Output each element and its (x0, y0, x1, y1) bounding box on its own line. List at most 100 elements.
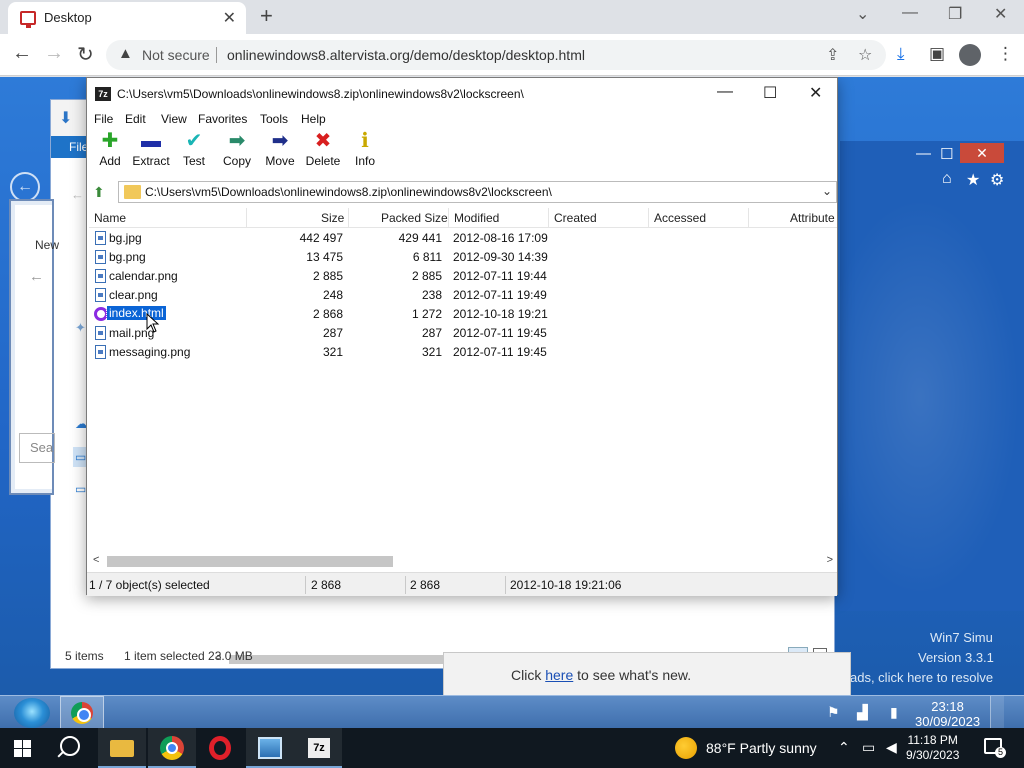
column-divider[interactable] (348, 208, 349, 228)
taskbar-opera[interactable] (196, 728, 244, 768)
taskbar-7zip[interactable]: 7z (294, 728, 342, 768)
network-icon[interactable]: ▭ (862, 739, 875, 756)
column-name[interactable]: Name (94, 211, 126, 225)
chevron-up-icon[interactable]: ⌃ (838, 739, 850, 756)
back-button[interactable]: ← (12, 42, 32, 65)
column-packed-size[interactable]: Packed Size (381, 211, 448, 225)
file-row[interactable]: calendar.png 2 885 2 885 2012-07-11 19:4… (89, 267, 837, 286)
settings-gear-icon[interactable]: ⚙ (990, 170, 1004, 190)
search-field[interactable]: Sea (19, 433, 55, 463)
favorites-star-icon[interactable]: ★ (966, 170, 980, 190)
security-label[interactable]: Not secure (142, 47, 210, 63)
7zip-hscrollbar[interactable]: < > (89, 553, 837, 570)
file-row[interactable]: bg.png 13 475 6 811 2012-09-30 14:39 (89, 248, 837, 267)
metro-close-button[interactable]: ✕ (960, 143, 1004, 163)
download-icon[interactable]: ⤓ (897, 44, 905, 64)
volume-muted-icon[interactable]: ◀ (886, 739, 897, 756)
restore-button[interactable]: ❐ (948, 4, 962, 24)
explorer-file-tab[interactable]: File (51, 136, 88, 158)
7zip-scroll-thumb[interactable] (107, 556, 393, 567)
column-accessed[interactable]: Accessed (654, 211, 706, 225)
metro-minimize-icon[interactable]: — (916, 145, 931, 162)
metro-maximize-icon[interactable]: ☐ (940, 145, 953, 163)
menu-edit[interactable]: Edit (125, 112, 146, 126)
tab-close-icon[interactable]: ✕ (223, 8, 236, 28)
home-icon[interactable]: ⌂ (942, 170, 952, 188)
explorer-back-arrow-icon[interactable]: ← (71, 187, 84, 202)
new-tab-button[interactable]: + (260, 3, 273, 29)
address-bar[interactable]: ▲ Not secure onlinewindows8.altervista.o… (106, 40, 886, 70)
copy-button[interactable]: ➡ Copy (214, 130, 260, 176)
scroll-right-icon[interactable]: > (827, 554, 833, 566)
partly-sunny-weather-icon[interactable] (675, 737, 697, 759)
column-divider[interactable] (548, 208, 549, 228)
metro-back-icon[interactable]: ← (10, 172, 40, 202)
windows-start-icon[interactable] (14, 740, 31, 757)
7zip-maximize-button[interactable]: ☐ (763, 83, 777, 103)
battery-icon[interactable]: ▮ (890, 704, 898, 721)
up-folder-icon[interactable]: ⬆ (93, 184, 105, 201)
delete-button[interactable]: ✖ Delete (300, 130, 346, 176)
column-modified[interactable]: Modified (454, 211, 499, 225)
profile-avatar[interactable] (959, 44, 981, 66)
signal-icon[interactable]: ▟ (857, 704, 868, 721)
search-icon[interactable] (60, 736, 80, 756)
dialog-back-icon[interactable]: ← (29, 268, 44, 285)
win7-show-desktop[interactable] (990, 696, 1004, 728)
path-text[interactable]: C:\Users\vm5\Downloads\onlinewindows8.zi… (145, 185, 552, 199)
whats-new-link[interactable]: here (545, 667, 573, 683)
menu-file[interactable]: File (94, 112, 113, 126)
column-attributes[interactable]: Attribute (790, 211, 835, 225)
add-button[interactable]: ✚ Add (87, 130, 133, 176)
chevron-down-icon[interactable]: ⌄ (822, 184, 832, 198)
scroll-left-icon[interactable]: < (93, 554, 99, 566)
test-button[interactable]: ✔ Test (171, 130, 217, 176)
taskbar-chrome[interactable] (148, 728, 196, 768)
menu-tools[interactable]: Tools (260, 112, 288, 126)
menu-view[interactable]: View (161, 112, 187, 126)
file-row[interactable]: clear.png 248 238 2012-07-11 19:49 (89, 286, 837, 305)
file-row[interactable]: bg.jpg 442 497 429 441 2012-08-16 17:09 (89, 229, 837, 248)
column-divider[interactable] (648, 208, 649, 228)
taskbar-photo-app[interactable] (246, 728, 294, 768)
warning-icon[interactable]: ▲ (118, 45, 133, 62)
column-size[interactable]: Size (321, 211, 344, 225)
file-row[interactable]: messaging.png 321 321 2012-07-11 19:45 (89, 343, 837, 362)
menu-kebab-icon[interactable]: ⋮ (997, 44, 1014, 64)
7zip-minimize-button[interactable]: — (717, 83, 733, 101)
tab-search-icon[interactable]: ⌄ (856, 4, 869, 24)
extract-button[interactable]: ▬ Extract (128, 130, 174, 176)
7zip-close-button[interactable]: ✕ (809, 83, 822, 103)
menu-favorites[interactable]: Favorites (198, 112, 247, 126)
win7-clock[interactable]: 23:18 30/09/2023 (915, 699, 980, 728)
column-divider[interactable] (748, 208, 749, 228)
menu-help[interactable]: Help (301, 112, 326, 126)
column-divider[interactable] (246, 208, 247, 228)
sim-resolve-link[interactable]: ads, click here to resolve (850, 670, 993, 685)
win7-chrome-button[interactable] (60, 696, 104, 728)
win7-date: 30/09/2023 (915, 714, 981, 728)
forward-button[interactable]: → (44, 42, 64, 65)
file-row[interactable]: mail.png 287 287 2012-07-11 19:45 (89, 324, 837, 343)
taskbar-clock[interactable]: 11:18 PM 9/30/2023 (906, 733, 959, 763)
share-icon[interactable]: ⇪ (826, 45, 839, 65)
close-window-button[interactable]: ✕ (994, 4, 1007, 24)
chrome-icon (160, 736, 184, 760)
weather-widget[interactable]: 88°F Partly sunny (706, 740, 817, 756)
minimize-button[interactable]: — (902, 4, 918, 22)
info-button[interactable]: ℹ Info (342, 130, 388, 176)
taskbar-file-explorer[interactable] (98, 728, 146, 768)
column-divider[interactable] (448, 208, 449, 228)
url-text[interactable]: onlinewindows8.altervista.org/demo/deskt… (227, 47, 585, 63)
win7-start-button[interactable] (14, 698, 50, 728)
column-created[interactable]: Created (554, 211, 597, 225)
reload-button[interactable]: ↻ (77, 42, 94, 67)
side-panel-icon[interactable]: ▣ (929, 44, 945, 64)
move-button[interactable]: ➡ Move (257, 130, 303, 176)
path-combobox[interactable]: C:\Users\vm5\Downloads\onlinewindows8.zi… (118, 181, 837, 203)
new-tab-label[interactable]: New (35, 238, 59, 252)
file-row-selected[interactable]: index.html 2 868 1 272 2012-10-18 19:21 (89, 305, 837, 324)
tab-desktop[interactable]: Desktop ✕ (8, 2, 246, 34)
bookmark-star-icon[interactable]: ☆ (858, 45, 872, 65)
action-center-flag-icon[interactable]: ⚑ (827, 704, 840, 721)
